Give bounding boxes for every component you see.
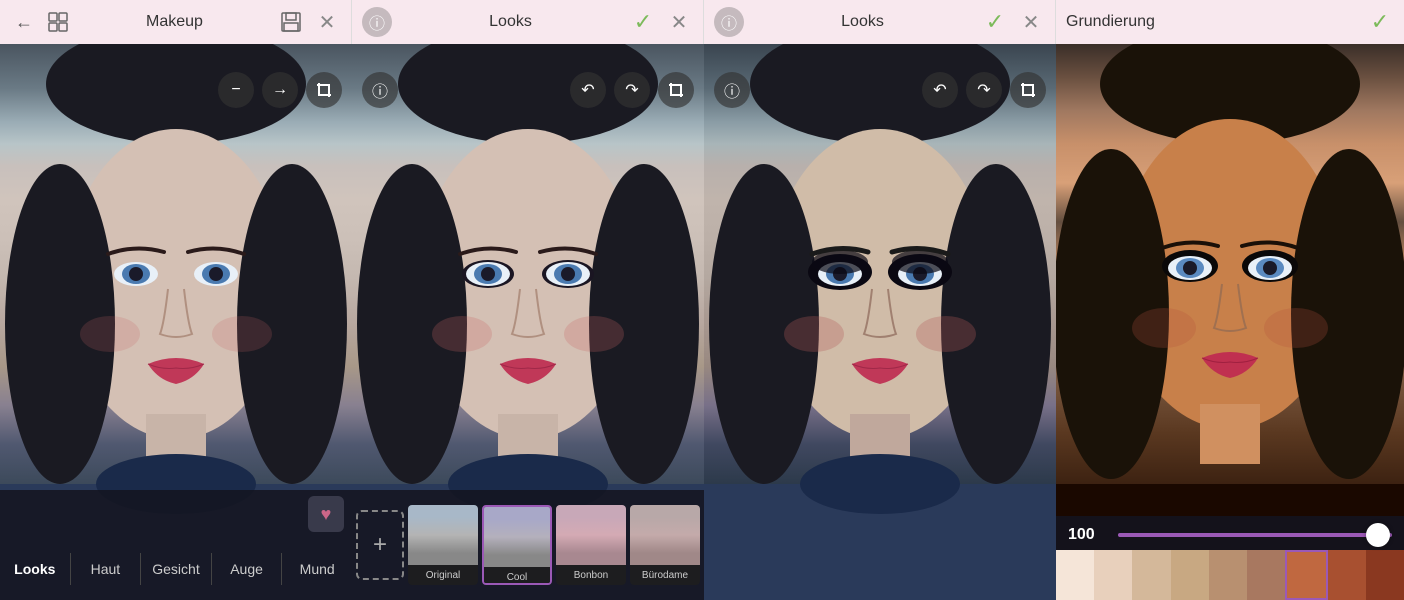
panel3-title: Looks bbox=[841, 13, 884, 31]
info-icon-p3[interactable]: ⓘ bbox=[714, 7, 744, 37]
save-icon[interactable] bbox=[277, 8, 305, 36]
look-cool-label: Cool bbox=[484, 567, 550, 585]
add-look-button[interactable]: + bbox=[356, 510, 404, 580]
check-icon-p3[interactable]: ✓ bbox=[981, 8, 1009, 36]
tab-haut[interactable]: Haut bbox=[71, 553, 142, 585]
look-burodame-label: Bürodame bbox=[630, 565, 700, 585]
look-original-label: Original bbox=[408, 565, 478, 585]
slider-value: 100 bbox=[1068, 526, 1108, 544]
panel4-photo: 100 bbox=[1056, 44, 1404, 600]
tab-looks[interactable]: Looks bbox=[0, 553, 71, 585]
check-icon-p2[interactable]: ✓ bbox=[629, 8, 657, 36]
check-icon-p4[interactable]: ✓ bbox=[1366, 8, 1394, 36]
crop-icon-p2[interactable] bbox=[658, 72, 694, 108]
redo-icon-p1[interactable]: → bbox=[262, 72, 298, 108]
heart-icon[interactable]: ♥ bbox=[308, 496, 344, 532]
close-icon-p1[interactable]: ✕ bbox=[313, 8, 341, 36]
crop-icon-p1[interactable] bbox=[306, 72, 342, 108]
panel4-title: Grundierung bbox=[1066, 13, 1155, 31]
swatch-2[interactable] bbox=[1094, 550, 1132, 600]
back-arrow-icon[interactable]: ← bbox=[10, 8, 38, 36]
bottom-tabs: Looks Haut Gesicht Auge Mund bbox=[0, 538, 352, 600]
swatch-5[interactable] bbox=[1209, 550, 1247, 600]
looks-selector: + Original Cool Bonbon Bürodame .lisch bbox=[352, 490, 704, 600]
swatch-3[interactable] bbox=[1132, 550, 1170, 600]
color-swatches-row bbox=[1056, 550, 1404, 600]
close-icon-p2[interactable]: ✕ bbox=[665, 8, 693, 36]
opacity-slider[interactable] bbox=[1118, 533, 1392, 537]
tab-gesicht[interactable]: Gesicht bbox=[141, 553, 212, 585]
swatch-6[interactable] bbox=[1247, 550, 1285, 600]
undo-icon-p2[interactable]: ↶ bbox=[570, 72, 606, 108]
panel2-photo: ↶ ↷ ⓘ + Original Cool Bonbon bbox=[352, 44, 704, 600]
face-svg-p3 bbox=[704, 44, 1056, 600]
tab-mund[interactable]: Mund bbox=[282, 553, 352, 585]
minus-icon-p1[interactable]: − bbox=[218, 72, 254, 108]
redo-icon-p2[interactable]: ↷ bbox=[614, 72, 650, 108]
look-original[interactable]: Original bbox=[408, 505, 478, 585]
look-burodame[interactable]: Bürodame bbox=[630, 505, 700, 585]
info-icon-p2b[interactable]: ⓘ bbox=[362, 72, 398, 108]
swatch-1[interactable] bbox=[1056, 550, 1094, 600]
close-icon-p3[interactable]: ✕ bbox=[1017, 8, 1045, 36]
info-icon-p3b[interactable]: ⓘ bbox=[714, 72, 750, 108]
look-bonbon-label: Bonbon bbox=[556, 565, 626, 585]
look-cool[interactable]: Cool bbox=[482, 505, 552, 585]
swatch-8[interactable] bbox=[1328, 550, 1366, 600]
swatch-4[interactable] bbox=[1171, 550, 1209, 600]
crop-icon-p3[interactable] bbox=[1010, 72, 1046, 108]
panel2-title: Looks bbox=[489, 13, 532, 31]
redo-icon-p3[interactable]: ↷ bbox=[966, 72, 1002, 108]
grundierung-controls: 100 bbox=[1056, 516, 1404, 600]
swatch-7[interactable] bbox=[1285, 550, 1327, 600]
panel3-photo: ↶ ↷ ⓘ bbox=[704, 44, 1056, 600]
undo-icon-p3[interactable]: ↶ bbox=[922, 72, 958, 108]
panel1-title: Makeup bbox=[146, 13, 203, 31]
swatch-9[interactable] bbox=[1366, 550, 1404, 600]
tab-auge[interactable]: Auge bbox=[212, 553, 283, 585]
look-bonbon[interactable]: Bonbon bbox=[556, 505, 626, 585]
panel1-photo: − → ♥ Looks Haut Gesicht Auge Mund bbox=[0, 44, 352, 600]
grid-icon[interactable] bbox=[44, 8, 72, 36]
info-icon-p2[interactable]: ⓘ bbox=[362, 7, 392, 37]
